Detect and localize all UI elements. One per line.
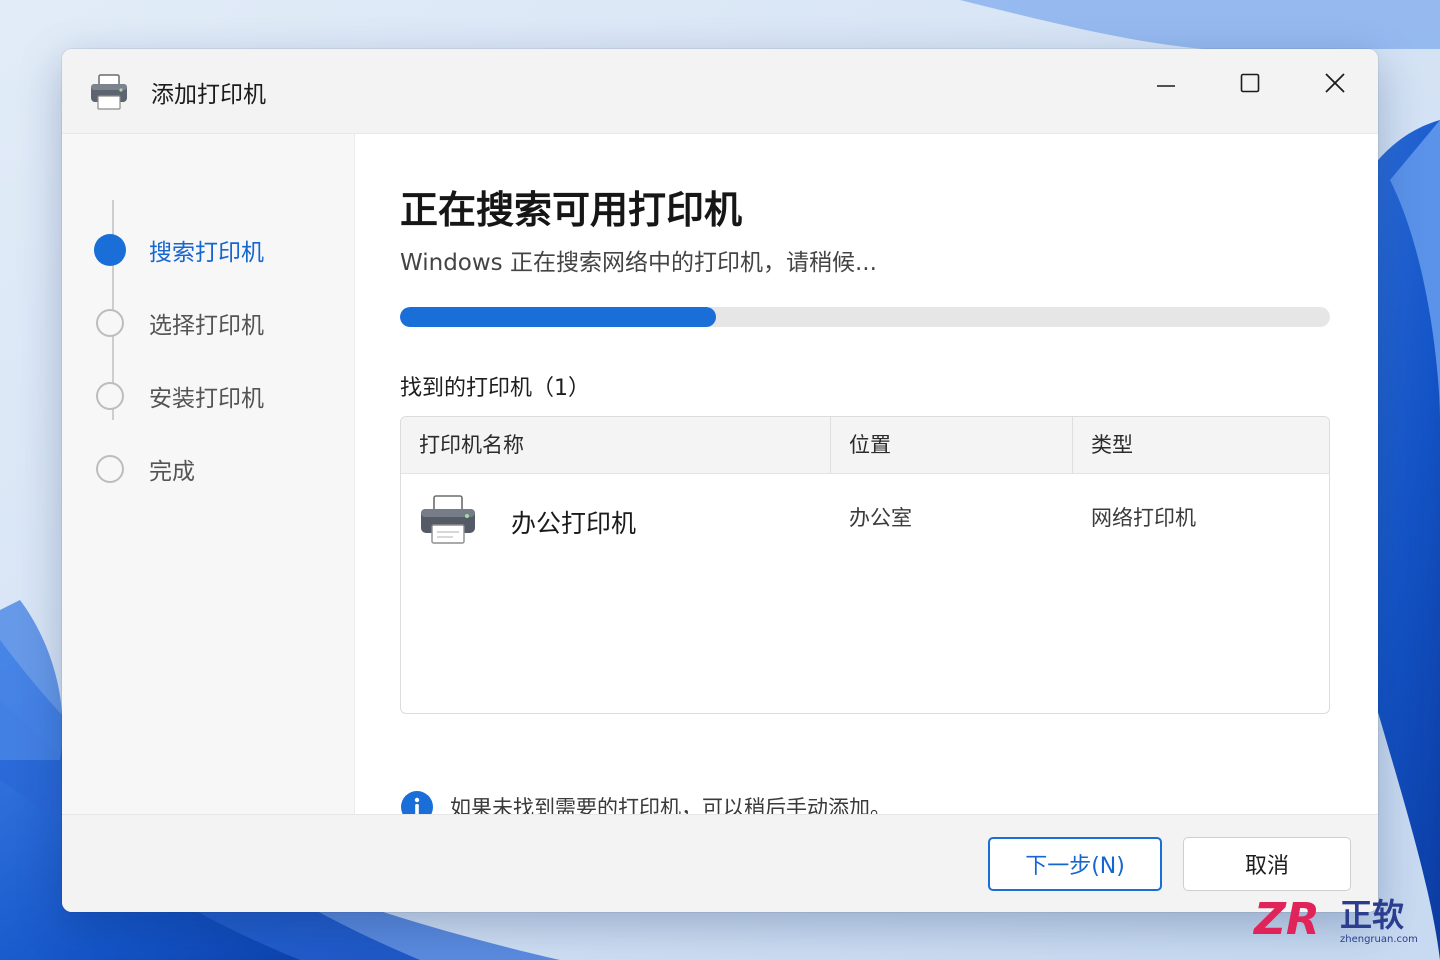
- page-subtitle: Windows 正在搜索网络中的打印机，请稍候...: [400, 250, 877, 276]
- column-header-type[interactable]: 类型: [1073, 417, 1329, 473]
- step-label: 选择打印机: [149, 313, 264, 339]
- minimize-button[interactable]: [1136, 63, 1196, 103]
- step-label: 安装打印机: [149, 386, 264, 412]
- found-printers-heading: 找到的打印机（1）: [400, 376, 590, 401]
- next-button[interactable]: 下一步(N): [988, 837, 1162, 891]
- progress-fill: [400, 307, 717, 327]
- svg-text:ZR: ZR: [1252, 894, 1320, 945]
- step-pending-dot-icon: [96, 455, 124, 483]
- search-progress-bar: [400, 307, 1330, 327]
- dialog-footer: 下一步(N) 取消: [62, 814, 1378, 912]
- wizard-steps-sidebar: 搜索打印机 选择打印机 安装打印机 完成: [62, 134, 355, 814]
- maximize-icon: [1240, 73, 1260, 93]
- cancel-button[interactable]: 取消: [1183, 837, 1351, 891]
- step-active-dot-icon: [94, 234, 126, 266]
- add-printer-window: 添加打印机 搜索打印机 选择打印机 安装打印机 完成 正在搜索可用打印机 Win…: [62, 49, 1378, 912]
- title-bar: 添加打印机: [62, 49, 1378, 134]
- step-pending-dot-icon: [96, 382, 124, 410]
- step-select-printer: 选择打印机: [96, 305, 264, 341]
- printer-icon: [91, 74, 127, 110]
- table-header: 打印机名称 位置 类型: [401, 417, 1329, 474]
- step-label: 完成: [149, 459, 195, 485]
- column-header-name[interactable]: 打印机名称: [401, 417, 831, 473]
- step-pending-dot-icon: [96, 309, 124, 337]
- step-label: 搜索打印机: [149, 240, 264, 266]
- step-install-printer: 安装打印机: [96, 378, 264, 414]
- svg-text:正软: 正软: [1340, 896, 1404, 934]
- column-header-location[interactable]: 位置: [831, 417, 1073, 473]
- printer-name: 办公打印机: [511, 509, 637, 538]
- maximize-button[interactable]: [1220, 63, 1280, 103]
- step-search-printer: 搜索打印机: [94, 232, 264, 268]
- printer-icon: [421, 495, 475, 544]
- window-title: 添加打印机: [151, 82, 266, 108]
- page-title: 正在搜索可用打印机: [400, 188, 743, 232]
- table-row[interactable]: 办公打印机 办公室 网络打印机: [401, 474, 1329, 566]
- svg-text:zhengruan.com: zhengruan.com: [1340, 934, 1418, 945]
- close-button[interactable]: [1305, 63, 1365, 103]
- zhengruan-watermark-logo: ZR 正软 zhengruan.com: [1252, 894, 1418, 945]
- printer-location: 办公室: [849, 506, 912, 530]
- printer-type: 网络打印机: [1091, 506, 1196, 530]
- printers-table: 打印机名称 位置 类型 办公打印机 办公室 网络打印机: [400, 416, 1330, 714]
- minimize-icon: [1157, 85, 1175, 87]
- step-finish: 完成: [96, 451, 195, 487]
- main-content: 正在搜索可用打印机 Windows 正在搜索网络中的打印机，请稍候... 找到的…: [400, 134, 1332, 823]
- close-icon: [1325, 73, 1345, 93]
